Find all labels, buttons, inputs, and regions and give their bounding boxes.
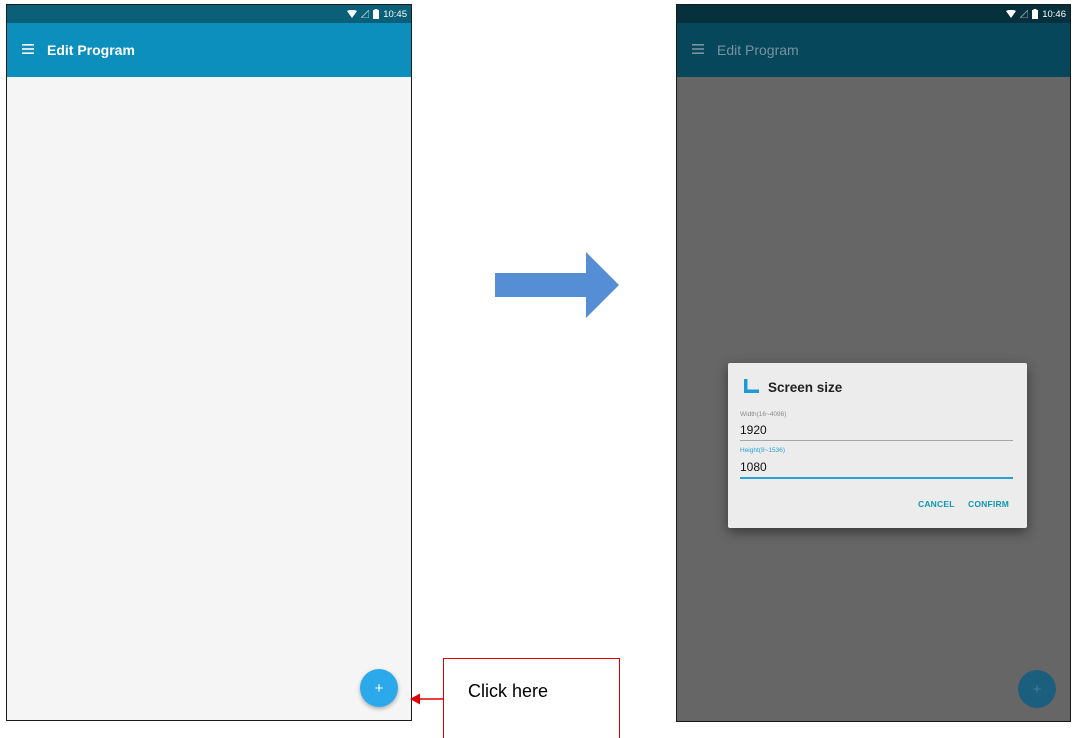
cancel-button[interactable]: CANCEL xyxy=(918,499,955,509)
status-bar: 10:46 xyxy=(677,5,1070,23)
page-title: Edit Program xyxy=(717,42,799,58)
status-bar: 10:45 xyxy=(7,5,411,23)
width-input[interactable]: 1920 xyxy=(740,423,767,437)
program-list-area xyxy=(7,77,411,720)
phone-screen-before: 10:45 Edit Program + xyxy=(6,4,412,721)
signal-icon xyxy=(361,10,370,18)
status-time: 10:45 xyxy=(383,8,407,20)
menu-icon[interactable] xyxy=(22,41,34,59)
height-input-underline xyxy=(740,477,1013,479)
battery-icon xyxy=(373,9,380,19)
page-title: Edit Program xyxy=(47,42,135,58)
menu-icon xyxy=(692,41,704,59)
width-input-underline xyxy=(740,440,1013,441)
wifi-icon xyxy=(347,10,358,18)
dialog-title-text: Screen size xyxy=(768,380,843,395)
callout-pointer-icon xyxy=(410,693,444,705)
instruction-callout: Click here xyxy=(443,658,620,738)
plus-icon: + xyxy=(374,679,384,697)
height-input[interactable]: 1080 xyxy=(740,460,767,474)
right-arrow-icon xyxy=(495,252,619,318)
callout-text: Click here xyxy=(468,681,549,701)
confirm-button[interactable]: CONFIRM xyxy=(968,499,1009,509)
app-bar: Edit Program xyxy=(7,23,411,77)
width-field-label: Width(16~4096) xyxy=(740,411,787,418)
plus-icon: + xyxy=(1032,680,1042,698)
add-button[interactable]: + xyxy=(1018,670,1056,708)
dimmed-overlay[interactable]: Screen size Width(16~4096) 1920 Height(8… xyxy=(677,77,1070,721)
screen-size-icon xyxy=(744,379,759,396)
battery-icon xyxy=(1032,9,1039,19)
app-bar: Edit Program xyxy=(677,23,1070,77)
add-button[interactable]: + xyxy=(360,669,398,707)
dialog-title: Screen size xyxy=(744,379,842,396)
signal-icon xyxy=(1020,10,1029,18)
status-time: 10:46 xyxy=(1042,8,1066,20)
wifi-icon xyxy=(1006,10,1017,18)
height-field-label: Height(8~1536) xyxy=(740,447,785,454)
screen-size-dialog: Screen size Width(16~4096) 1920 Height(8… xyxy=(728,363,1027,528)
phone-screen-after: 10:46 Edit Program Screen size Width(16~… xyxy=(676,4,1071,722)
